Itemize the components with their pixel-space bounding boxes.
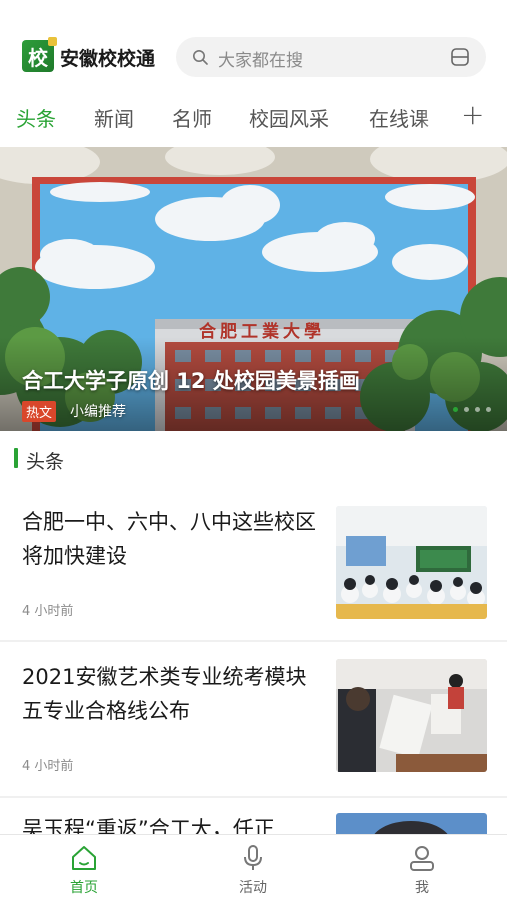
scan-icon[interactable] xyxy=(450,47,470,67)
list-divider xyxy=(0,640,507,642)
tab-campus-style[interactable]: 校园风采 xyxy=(249,103,329,132)
section-accent-bar xyxy=(14,448,18,468)
home-icon xyxy=(72,846,96,870)
app-logo-icon: 校 xyxy=(22,37,57,72)
news-thumbnail[interactable] xyxy=(336,659,487,772)
search-placeholder: 大家都在搜 xyxy=(218,51,303,71)
news-time: 4 小时前 xyxy=(22,604,74,619)
nav-label: 活动 xyxy=(239,880,267,896)
tab-fade xyxy=(420,95,450,145)
tab-news[interactable]: 新闻 xyxy=(94,103,134,132)
user-icon xyxy=(410,846,434,871)
add-tab-icon[interactable]: + xyxy=(461,98,484,131)
tab-teachers[interactable]: 名师 xyxy=(172,103,212,132)
nav-me[interactable]: 我 xyxy=(362,835,482,900)
nav-label: 我 xyxy=(415,880,429,896)
news-item[interactable]: 吴玉程“重返”合工大，任正 xyxy=(0,800,507,834)
search-icon xyxy=(193,50,208,65)
carousel-dot[interactable] xyxy=(475,407,480,412)
section-title: 头条 xyxy=(26,451,65,473)
banner-carousel[interactable]: 合肥工業大學 合工大学子原创 12 处校园美景插画 热文 小编推荐 xyxy=(0,147,507,431)
banner-tag: 小编推荐 xyxy=(70,404,126,420)
search-bar[interactable]: 大家都在搜 xyxy=(176,37,486,77)
carousel-dot[interactable] xyxy=(464,407,469,412)
hot-badge: 热文 xyxy=(22,401,57,422)
nav-home[interactable]: 首页 xyxy=(24,835,144,900)
app-header: 校 安徽校校通 大家都在搜 xyxy=(0,0,507,95)
bottom-navigation: 首页 活动 我 xyxy=(0,834,507,900)
news-item[interactable]: 2021安徽艺术类专业统考模块五专业合格线公布 4 小时前 xyxy=(0,645,507,785)
news-title[interactable]: 2021安徽艺术类专业统考模块五专业合格线公布 xyxy=(22,660,317,728)
app-title: 安徽校校通 xyxy=(60,48,156,70)
microphone-icon xyxy=(244,845,262,870)
nav-activity[interactable]: 活动 xyxy=(193,835,313,900)
news-title[interactable]: 合肥一中、六中、八中这些校区将加快建设 xyxy=(22,505,317,573)
list-divider xyxy=(0,796,507,798)
carousel-dot[interactable] xyxy=(486,407,491,412)
carousel-dot[interactable] xyxy=(453,407,458,412)
nav-label: 首页 xyxy=(70,880,98,896)
news-time: 4 小时前 xyxy=(22,759,74,774)
news-thumbnail[interactable] xyxy=(336,813,487,834)
carousel-indicator xyxy=(453,407,491,412)
news-title[interactable]: 吴玉程“重返”合工大，任正 xyxy=(22,812,317,834)
news-thumbnail[interactable] xyxy=(336,506,487,619)
tab-toutiao[interactable]: 头条 xyxy=(16,103,56,132)
banner-title[interactable]: 合工大学子原创 12 处校园美景插画 xyxy=(22,365,360,395)
category-tabs: 头条 新闻 名师 校园风采 在线课 + xyxy=(0,95,507,145)
news-item[interactable]: 合肥一中、六中、八中这些校区将加快建设 4 小时前 xyxy=(0,490,507,630)
